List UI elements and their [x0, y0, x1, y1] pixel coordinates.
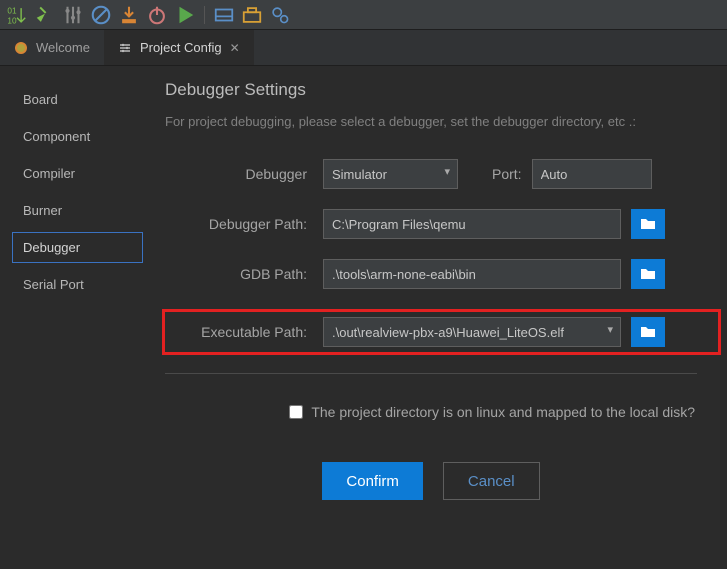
toolbox-icon[interactable]	[241, 4, 263, 26]
tab-label: Welcome	[36, 40, 90, 55]
row-gdb-path: GDB Path:	[165, 259, 697, 289]
sidebar: Board Component Compiler Burner Debugger…	[0, 66, 155, 569]
gears-icon[interactable]	[269, 4, 291, 26]
power-icon[interactable]	[146, 4, 168, 26]
label-executable-path: Executable Path:	[165, 324, 323, 340]
sidebar-item-debugger[interactable]: Debugger	[12, 232, 143, 263]
button-row: Confirm Cancel	[165, 462, 697, 500]
row-debugger-path: Debugger Path:	[165, 209, 697, 239]
sidebar-item-compiler[interactable]: Compiler	[12, 158, 143, 189]
close-icon[interactable]: ✕	[230, 41, 240, 55]
download-icon[interactable]	[118, 4, 140, 26]
welcome-icon	[14, 41, 28, 55]
sidebar-item-label: Burner	[23, 203, 62, 218]
page-title: Debugger Settings	[165, 80, 697, 100]
browse-gdb-path-button[interactable]	[631, 259, 665, 289]
linux-mapped-checkbox[interactable]	[289, 405, 303, 419]
toolbar: 0110	[0, 0, 727, 30]
port-input[interactable]	[532, 159, 652, 189]
svg-text:01: 01	[7, 6, 17, 15]
toolbar-divider	[204, 6, 205, 24]
sidebar-item-component[interactable]: Component	[12, 121, 143, 152]
confirm-button[interactable]: Confirm	[322, 462, 423, 500]
page-subtitle: For project debugging, please select a d…	[165, 114, 697, 129]
executable-path-select[interactable]: .\out\realview-pbx-a9\Huawei_LiteOS.elf	[323, 317, 621, 347]
label-gdb-path: GDB Path:	[165, 266, 323, 282]
sidebar-item-serial-port[interactable]: Serial Port	[12, 269, 143, 300]
tab-label: Project Config	[140, 40, 222, 55]
clean-icon[interactable]	[34, 4, 56, 26]
sidebar-item-label: Serial Port	[23, 277, 84, 292]
tabbar: Welcome Project Config ✕	[0, 30, 727, 66]
panel-icon[interactable]	[213, 4, 235, 26]
browse-debugger-path-button[interactable]	[631, 209, 665, 239]
row-executable-path: Executable Path: .\out\realview-pbx-a9\H…	[165, 317, 718, 347]
debugger-select[interactable]: Simulator	[323, 159, 458, 189]
sidebar-item-label: Board	[23, 92, 58, 107]
linux-mapped-row: The project directory is on linux and ma…	[165, 404, 697, 420]
sidebar-item-label: Component	[23, 129, 90, 144]
config-icon	[118, 41, 132, 55]
row-debugger: Debugger Simulator Port:	[165, 159, 697, 189]
sidebar-item-board[interactable]: Board	[12, 84, 143, 115]
svg-text:10: 10	[7, 16, 17, 25]
label-port: Port:	[492, 166, 522, 182]
sidebar-item-label: Compiler	[23, 166, 75, 181]
forbidden-icon[interactable]	[90, 4, 112, 26]
tab-welcome[interactable]: Welcome	[0, 30, 104, 65]
separator	[165, 373, 697, 374]
tab-project-config[interactable]: Project Config ✕	[104, 30, 254, 65]
linux-mapped-label: The project directory is on linux and ma…	[311, 404, 695, 420]
debugger-path-input[interactable]	[323, 209, 621, 239]
gdb-path-input[interactable]	[323, 259, 621, 289]
label-debugger-path: Debugger Path:	[165, 216, 323, 232]
main-panel: Debugger Settings For project debugging,…	[155, 66, 727, 569]
tune-icon[interactable]	[62, 4, 84, 26]
cancel-button[interactable]: Cancel	[443, 462, 540, 500]
highlighted-executable-row: Executable Path: .\out\realview-pbx-a9\H…	[162, 309, 721, 355]
sidebar-item-label: Debugger	[23, 240, 80, 255]
label-debugger: Debugger	[165, 166, 323, 182]
sidebar-item-burner[interactable]: Burner	[12, 195, 143, 226]
binary-icon[interactable]: 0110	[6, 4, 28, 26]
browse-executable-path-button[interactable]	[631, 317, 665, 347]
run-icon[interactable]	[174, 4, 196, 26]
